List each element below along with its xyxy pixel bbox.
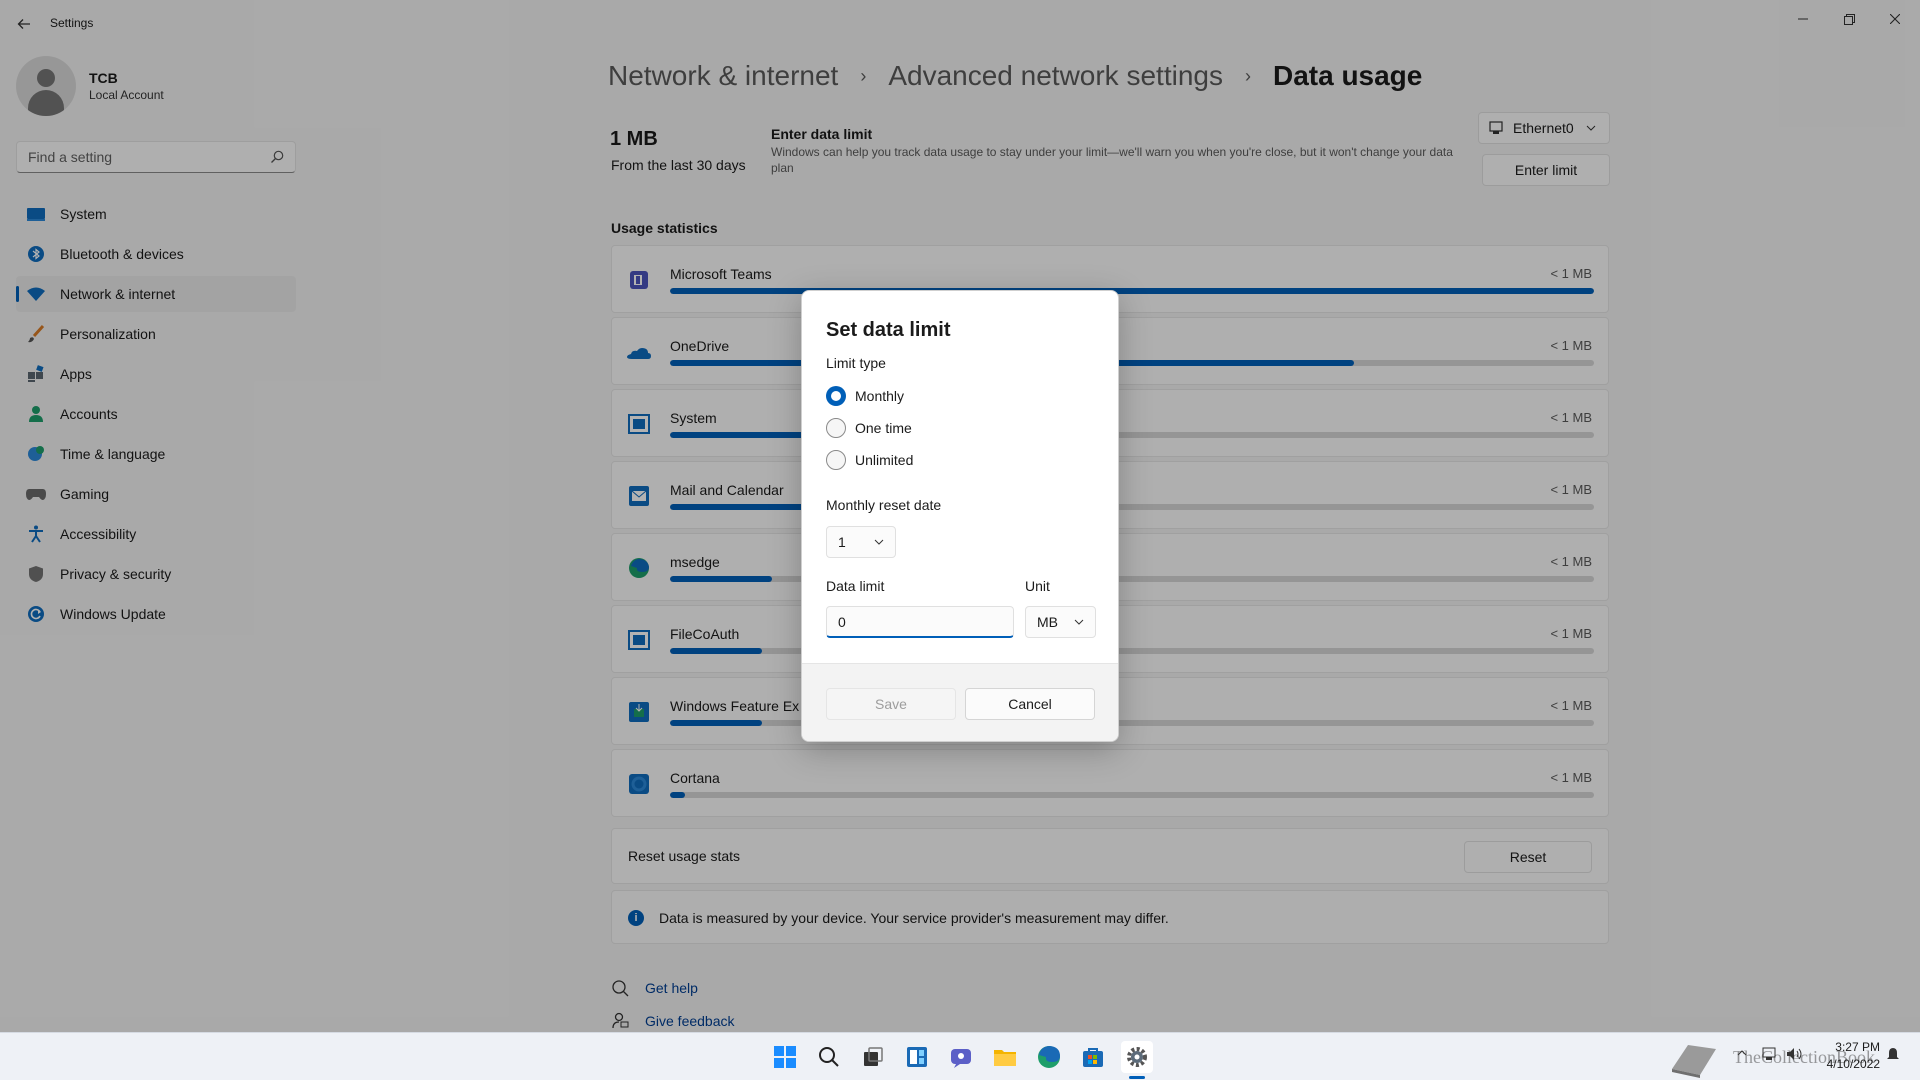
cancel-button[interactable]: Cancel: [965, 688, 1095, 720]
taskbar: TheCollectionBook 3:27 PM 4/10/2022: [0, 1032, 1920, 1080]
file-explorer-icon[interactable]: [989, 1041, 1021, 1073]
set-data-limit-dialog: Set data limit Limit type Monthly One ti…: [801, 290, 1119, 742]
unit-dropdown[interactable]: MB: [1025, 606, 1096, 638]
settings-icon[interactable]: [1121, 1041, 1153, 1073]
dialog-title: Set data limit: [826, 319, 951, 341]
limit-type-label: Limit type: [826, 355, 886, 371]
start-icon[interactable]: [769, 1041, 801, 1073]
data-limit-label: Data limit: [826, 578, 885, 594]
clock-date: 4/10/2022: [1826, 1057, 1880, 1071]
system-clock[interactable]: 3:27 PM 4/10/2022: [1820, 1039, 1880, 1073]
radio-monthly[interactable]: Monthly: [826, 386, 904, 406]
volume-icon[interactable]: [1786, 1047, 1804, 1064]
radio-label: Unlimited: [855, 452, 914, 468]
notification-icon[interactable]: [1886, 1047, 1900, 1064]
dialog-footer: Save Cancel: [802, 663, 1118, 741]
store-icon[interactable]: [1077, 1041, 1109, 1073]
unit-label: Unit: [1025, 578, 1050, 594]
chevron-up-icon[interactable]: [1736, 1047, 1748, 1062]
reset-date-dropdown[interactable]: 1: [826, 526, 896, 558]
task-view-icon[interactable]: [857, 1041, 889, 1073]
chevron-down-icon: [1074, 619, 1084, 625]
radio-label: One time: [855, 420, 912, 436]
widgets-icon[interactable]: [901, 1041, 933, 1073]
search-icon[interactable]: [813, 1041, 845, 1073]
save-button[interactable]: Save: [826, 688, 956, 720]
active-app-indicator: [1129, 1076, 1145, 1079]
radio-checked-icon[interactable]: [826, 386, 846, 406]
unit-value: MB: [1037, 614, 1058, 630]
chat-icon[interactable]: [945, 1041, 977, 1073]
clock-time: 3:27 PM: [1835, 1040, 1880, 1054]
chevron-down-icon: [874, 539, 884, 545]
reset-date-value: 1: [838, 534, 846, 550]
book-icon: [1668, 1039, 1720, 1080]
data-limit-input[interactable]: [826, 606, 1014, 638]
network-tray-icon[interactable]: [1762, 1047, 1778, 1064]
radio-label: Monthly: [855, 388, 905, 404]
radio-unchecked-icon[interactable]: [826, 418, 846, 438]
edge-icon[interactable]: [1033, 1041, 1065, 1073]
radio-unlimited[interactable]: Unlimited: [826, 450, 913, 470]
radio-unchecked-icon[interactable]: [826, 450, 846, 470]
reset-date-label: Monthly reset date: [826, 497, 942, 513]
radio-one-time[interactable]: One time: [826, 418, 912, 438]
